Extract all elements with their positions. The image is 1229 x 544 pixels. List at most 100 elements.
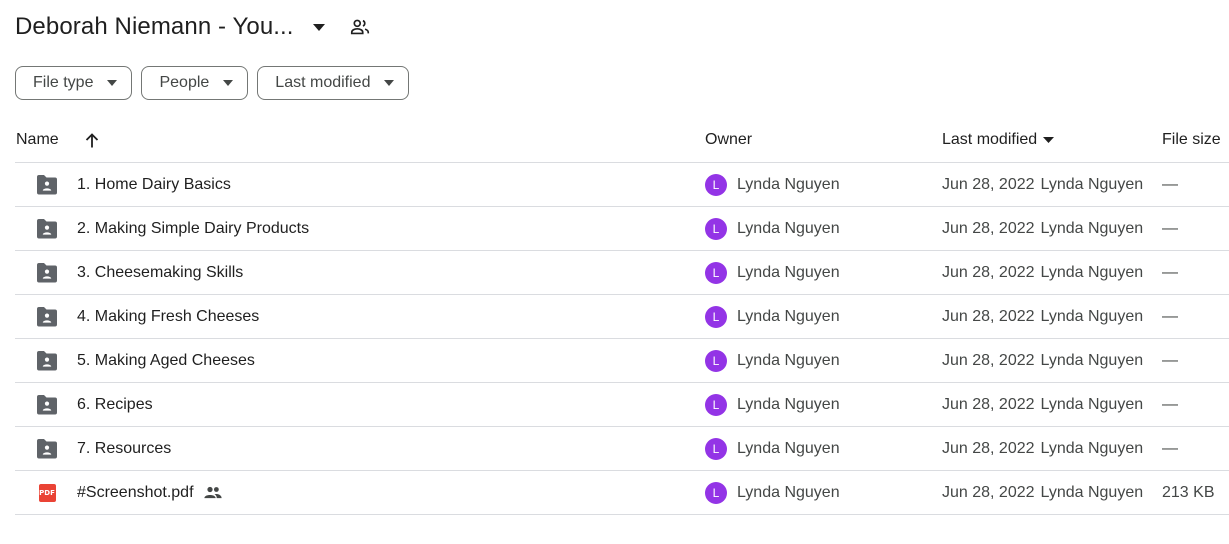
name-cell: 7. Resources bbox=[77, 427, 171, 470]
modified-date: Jun 28, 2022 bbox=[942, 483, 1035, 501]
name-column-header[interactable]: Name bbox=[16, 118, 99, 162]
modified-by: Lynda Nguyen bbox=[1040, 219, 1144, 237]
file-size-cell: — bbox=[1162, 251, 1178, 294]
file-name[interactable]: 2. Making Simple Dairy Products bbox=[77, 220, 309, 238]
file-name[interactable]: 5. Making Aged Cheeses bbox=[77, 352, 255, 370]
table-row[interactable]: 3. Cheesemaking Skills L Lynda Nguyen Ju… bbox=[15, 251, 1229, 295]
people-icon bbox=[203, 486, 222, 499]
file-size: — bbox=[1162, 219, 1178, 237]
people-filter[interactable]: People bbox=[141, 66, 249, 100]
owner-name: Lynda Nguyen bbox=[737, 263, 840, 281]
file-size: — bbox=[1162, 307, 1178, 325]
location-header: Deborah Niemann - You... bbox=[15, 10, 372, 44]
file-list: Name Owner Last modified File size 1. Ho… bbox=[15, 118, 1229, 515]
last-modified-cell: Jun 28, 2022 Lynda Nguyen bbox=[942, 163, 1143, 206]
modified-by: Lynda Nguyen bbox=[1040, 483, 1144, 501]
last-modified-cell: Jun 28, 2022 Lynda Nguyen bbox=[942, 471, 1143, 514]
shared-folder-icon bbox=[35, 262, 59, 283]
owner-column-header[interactable]: Owner bbox=[705, 118, 752, 162]
avatar[interactable]: L bbox=[705, 173, 727, 196]
last-modified-cell: Jun 28, 2022 Lynda Nguyen bbox=[942, 427, 1143, 470]
shared-folder-icon bbox=[35, 306, 59, 327]
file-name[interactable]: #Screenshot.pdf bbox=[77, 484, 194, 502]
table-row[interactable]: 7. Resources L Lynda Nguyen Jun 28, 2022… bbox=[15, 427, 1229, 471]
file-size-column-header[interactable]: File size bbox=[1162, 118, 1221, 162]
name-cell: 2. Making Simple Dairy Products bbox=[77, 207, 309, 250]
modified-by: Lynda Nguyen bbox=[1040, 175, 1144, 193]
avatar[interactable]: L bbox=[705, 261, 727, 284]
file-size: — bbox=[1162, 263, 1178, 281]
file-size: — bbox=[1162, 395, 1178, 413]
file-name[interactable]: 4. Making Fresh Cheeses bbox=[77, 308, 259, 326]
table-row[interactable]: 1. Home Dairy Basics L Lynda Nguyen Jun … bbox=[15, 163, 1229, 207]
file-type-filter[interactable]: File type bbox=[15, 66, 133, 100]
file-size: 213 KB bbox=[1162, 483, 1215, 501]
shared-folder-icon bbox=[35, 394, 59, 415]
table-row[interactable]: 4. Making Fresh Cheeses L Lynda Nguyen J… bbox=[15, 295, 1229, 339]
file-size-cell: — bbox=[1162, 383, 1178, 426]
owner-cell: L Lynda Nguyen bbox=[705, 295, 840, 338]
table-header: Name Owner Last modified File size bbox=[15, 118, 1229, 163]
file-size-cell: — bbox=[1162, 427, 1178, 470]
modified-date: Jun 28, 2022 bbox=[942, 395, 1035, 413]
owner-cell: L Lynda Nguyen bbox=[705, 163, 840, 206]
table-row[interactable]: 2. Making Simple Dairy Products L Lynda … bbox=[15, 207, 1229, 251]
manage-access-button[interactable] bbox=[348, 15, 372, 39]
file-size-cell: — bbox=[1162, 207, 1178, 250]
last-modified-column-header[interactable]: Last modified bbox=[942, 118, 1055, 162]
modified-date: Jun 28, 2022 bbox=[942, 175, 1035, 193]
last-modified-cell: Jun 28, 2022 Lynda Nguyen bbox=[942, 383, 1143, 426]
file-size: — bbox=[1162, 439, 1178, 457]
name-cell: 4. Making Fresh Cheeses bbox=[77, 295, 259, 338]
folder-menu-button[interactable] bbox=[308, 16, 330, 38]
owner-cell: L Lynda Nguyen bbox=[705, 471, 840, 514]
owner-name: Lynda Nguyen bbox=[737, 307, 840, 325]
last-modified-cell: Jun 28, 2022 Lynda Nguyen bbox=[942, 251, 1143, 294]
modified-by: Lynda Nguyen bbox=[1040, 439, 1144, 457]
modified-by: Lynda Nguyen bbox=[1040, 307, 1144, 325]
table-row[interactable]: PDF #Screenshot.pdf L Lynda Nguyen Jun 2… bbox=[15, 471, 1229, 515]
avatar[interactable]: L bbox=[705, 217, 727, 240]
last-modified-cell: Jun 28, 2022 Lynda Nguyen bbox=[942, 339, 1143, 382]
filter-label: File type bbox=[33, 74, 94, 91]
modified-date: Jun 28, 2022 bbox=[942, 307, 1035, 325]
file-name[interactable]: 1. Home Dairy Basics bbox=[77, 176, 231, 194]
owner-cell: L Lynda Nguyen bbox=[705, 383, 840, 426]
avatar[interactable]: L bbox=[705, 349, 727, 372]
arrow-drop-down-icon bbox=[223, 80, 234, 86]
owner-cell: L Lynda Nguyen bbox=[705, 427, 840, 470]
arrow-upward-icon[interactable] bbox=[85, 132, 99, 148]
modified-date: Jun 28, 2022 bbox=[942, 219, 1035, 237]
name-cell: #Screenshot.pdf bbox=[77, 471, 222, 514]
avatar[interactable]: L bbox=[705, 305, 727, 328]
file-size-cell: 213 KB bbox=[1162, 471, 1214, 514]
shared-folder-icon bbox=[35, 438, 59, 459]
owner-cell: L Lynda Nguyen bbox=[705, 207, 840, 250]
last-modified-cell: Jun 28, 2022 Lynda Nguyen bbox=[942, 207, 1143, 250]
owner-name: Lynda Nguyen bbox=[737, 439, 840, 457]
modified-date: Jun 28, 2022 bbox=[942, 351, 1035, 369]
modified-by: Lynda Nguyen bbox=[1040, 351, 1144, 369]
table-row[interactable]: 5. Making Aged Cheeses L Lynda Nguyen Ju… bbox=[15, 339, 1229, 383]
avatar[interactable]: L bbox=[705, 437, 727, 460]
modified-date: Jun 28, 2022 bbox=[942, 263, 1035, 281]
file-size-cell: — bbox=[1162, 295, 1178, 338]
last-modified-filter[interactable]: Last modified bbox=[257, 66, 410, 100]
avatar[interactable]: L bbox=[705, 393, 727, 416]
file-name[interactable]: 6. Recipes bbox=[77, 396, 153, 414]
shared-folder-icon bbox=[35, 350, 59, 371]
owner-name: Lynda Nguyen bbox=[737, 395, 840, 413]
name-cell: 5. Making Aged Cheeses bbox=[77, 339, 255, 382]
name-cell: 6. Recipes bbox=[77, 383, 153, 426]
file-name[interactable]: 3. Cheesemaking Skills bbox=[77, 264, 243, 282]
modified-date: Jun 28, 2022 bbox=[942, 439, 1035, 457]
column-label: Name bbox=[16, 131, 59, 148]
last-modified-cell: Jun 28, 2022 Lynda Nguyen bbox=[942, 295, 1143, 338]
name-cell: 1. Home Dairy Basics bbox=[77, 163, 231, 206]
avatar[interactable]: L bbox=[705, 481, 727, 504]
file-name[interactable]: 7. Resources bbox=[77, 440, 171, 458]
folder-title[interactable]: Deborah Niemann - You... bbox=[15, 13, 294, 41]
arrow-drop-down-icon[interactable] bbox=[1043, 137, 1055, 143]
table-row[interactable]: 6. Recipes L Lynda Nguyen Jun 28, 2022 L… bbox=[15, 383, 1229, 427]
owner-name: Lynda Nguyen bbox=[737, 175, 840, 193]
